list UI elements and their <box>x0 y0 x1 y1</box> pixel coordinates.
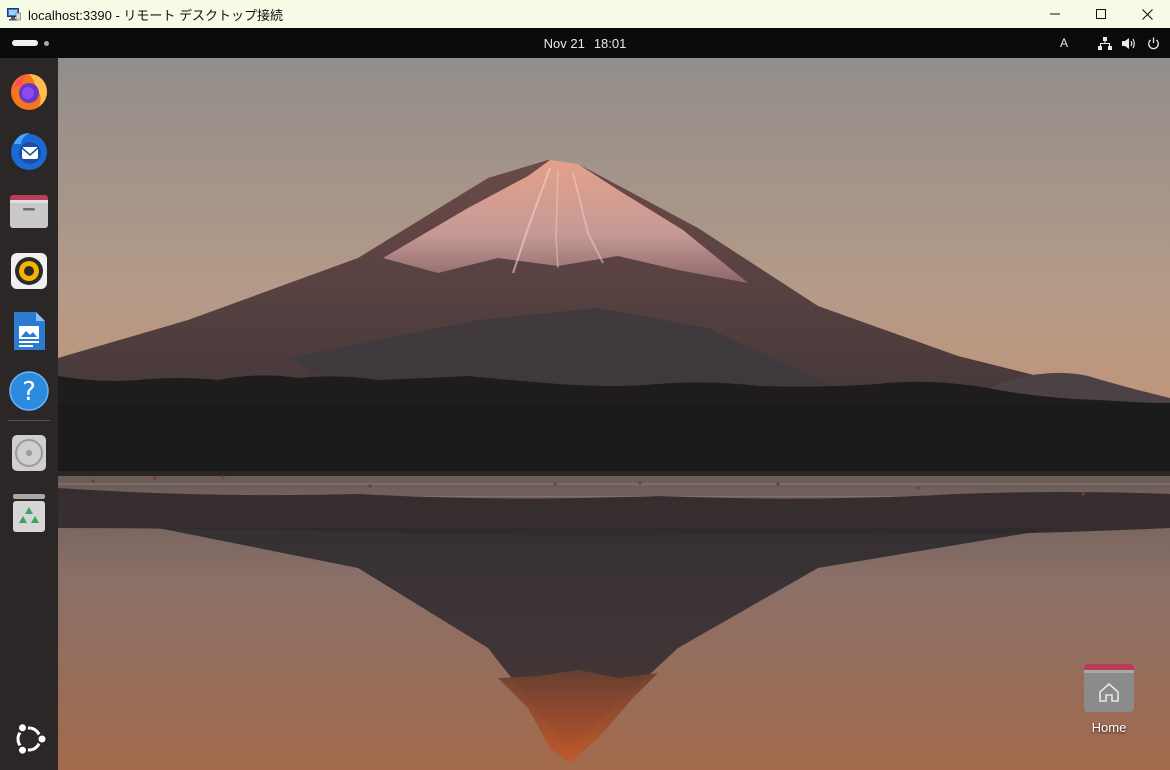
firefox-icon <box>11 74 47 110</box>
minimize-button[interactable] <box>1032 0 1078 28</box>
optical-drive-icon <box>12 435 46 471</box>
remote-desktop-icon <box>7 7 21 21</box>
home-folder-icon <box>1084 664 1134 712</box>
dock-item-rhythmbox[interactable] <box>6 248 52 294</box>
desktop-icon-home[interactable]: Home <box>1078 662 1140 742</box>
dock-item-firefox[interactable] <box>6 68 52 114</box>
dock-item-optical-drive[interactable] <box>6 430 52 476</box>
window-controls <box>1032 0 1170 28</box>
minimize-icon <box>1050 13 1060 15</box>
gnome-top-bar: Nov 21 18:01 A <box>0 28 1170 58</box>
network-wired-icon[interactable] <box>1098 36 1112 50</box>
trash-icon <box>13 494 45 532</box>
maximize-icon <box>1096 9 1106 19</box>
dock-item-libreoffice-writer[interactable] <box>6 308 52 354</box>
thunderbird-icon <box>11 133 47 170</box>
rdp-titlebar[interactable]: localhost:3390 - リモート デスクトップ接続 <box>0 0 1170 28</box>
clock-time: 18:01 <box>593 35 627 51</box>
dock-item-files[interactable] <box>6 188 52 234</box>
input-method-indicator[interactable]: A <box>1060 36 1068 50</box>
show-applications-button[interactable] <box>6 716 52 762</box>
rhythmbox-icon <box>11 253 47 289</box>
system-tray[interactable]: A <box>1060 28 1170 58</box>
ubuntu-apps-icon <box>16 722 47 756</box>
clock-date: Nov 21 <box>543 35 585 51</box>
help-icon: ? <box>9 371 49 411</box>
volume-icon[interactable] <box>1122 36 1136 50</box>
ubuntu-dock: ? <box>0 58 58 770</box>
clock-button[interactable]: Nov 21 18:01 <box>0 28 1170 58</box>
dock-item-thunderbird[interactable] <box>6 128 52 174</box>
close-button[interactable] <box>1124 0 1170 28</box>
dock-separator <box>8 420 50 421</box>
desktop-wallpaper[interactable] <box>58 58 1170 770</box>
power-icon[interactable] <box>1146 36 1160 50</box>
maximize-button[interactable] <box>1078 0 1124 28</box>
close-icon <box>1141 8 1153 20</box>
desktop-icon-label: Home <box>1091 720 1127 735</box>
files-icon <box>10 195 48 228</box>
libreoffice-writer-icon <box>14 312 45 350</box>
svg-text:?: ? <box>22 377 36 407</box>
dock-item-trash[interactable] <box>6 490 52 536</box>
window-title: localhost:3390 - リモート デスクトップ接続 <box>28 7 284 23</box>
dock-item-help[interactable]: ? <box>6 368 52 414</box>
